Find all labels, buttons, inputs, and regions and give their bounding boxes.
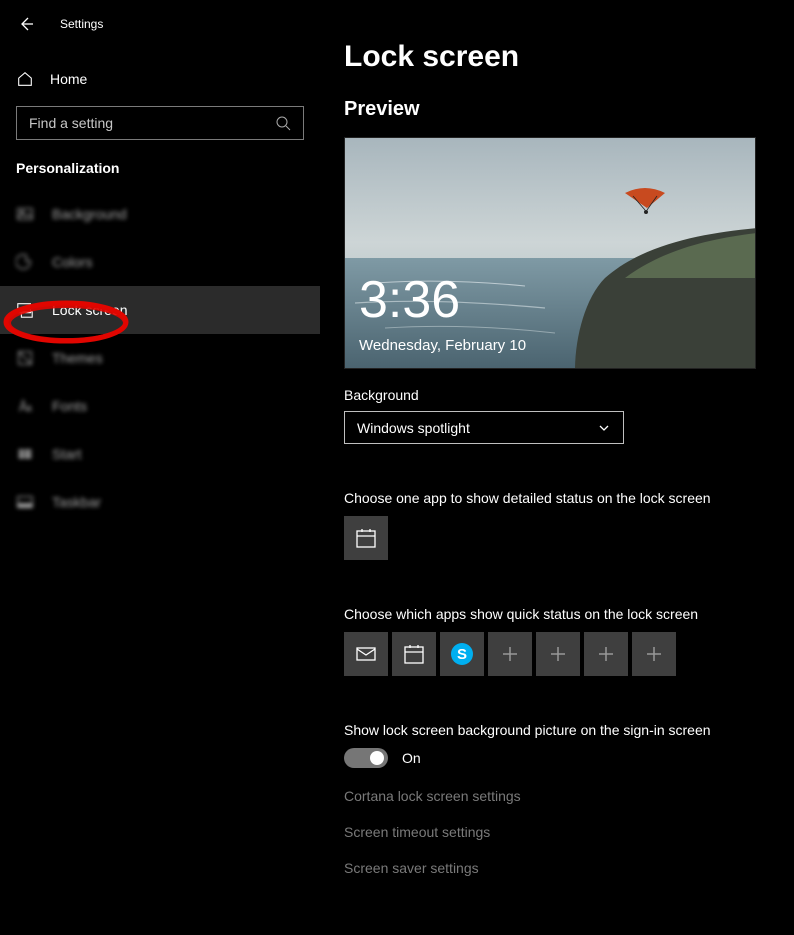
sidebar-item-label: Themes bbox=[52, 350, 103, 366]
back-button[interactable] bbox=[16, 14, 36, 34]
quick-app-add[interactable] bbox=[632, 632, 676, 676]
toggle-knob bbox=[370, 751, 384, 765]
picture-icon bbox=[16, 205, 34, 223]
themes-icon bbox=[16, 349, 34, 367]
background-dropdown[interactable]: Windows spotlight bbox=[344, 411, 624, 444]
calendar-icon bbox=[355, 527, 377, 549]
search-icon bbox=[275, 115, 291, 131]
sidebar-item-home[interactable]: Home bbox=[0, 60, 320, 98]
lockscreen-preview: 3:36 Wednesday, February 10 bbox=[344, 137, 756, 369]
plus-icon bbox=[597, 645, 615, 663]
home-icon bbox=[16, 70, 34, 88]
title-bar: Settings bbox=[0, 0, 320, 48]
dropdown-value: Windows spotlight bbox=[357, 420, 470, 436]
quick-app-calendar[interactable] bbox=[392, 632, 436, 676]
link-cortana[interactable]: Cortana lock screen settings bbox=[344, 788, 770, 804]
sidebar-item-background[interactable]: Background bbox=[0, 190, 320, 238]
quick-status-label: Choose which apps show quick status on t… bbox=[344, 606, 770, 622]
back-arrow-icon bbox=[18, 16, 34, 32]
signin-bg-toggle[interactable] bbox=[344, 748, 388, 768]
taskbar-icon bbox=[16, 493, 34, 511]
search-box[interactable] bbox=[16, 106, 304, 140]
sidebar-item-label: Start bbox=[52, 446, 82, 462]
signin-bg-label: Show lock screen background picture on t… bbox=[344, 722, 770, 738]
palette-icon bbox=[16, 253, 34, 271]
search-input[interactable] bbox=[29, 115, 275, 131]
plus-icon bbox=[549, 645, 567, 663]
sidebar-item-colors[interactable]: Colors bbox=[0, 238, 320, 286]
preview-date: Wednesday, February 10 bbox=[359, 337, 526, 354]
detailed-status-app[interactable] bbox=[344, 516, 388, 560]
sidebar-item-fonts[interactable]: Fonts bbox=[0, 382, 320, 430]
quick-app-skype[interactable]: S bbox=[440, 632, 484, 676]
window-title: Settings bbox=[60, 17, 103, 31]
quick-app-mail[interactable] bbox=[344, 632, 388, 676]
preview-time: 3:36 bbox=[359, 274, 460, 326]
signin-bg-toggle-row: On bbox=[344, 748, 770, 768]
main-panel: Lock screen Preview bbox=[320, 0, 794, 935]
toggle-state-label: On bbox=[402, 750, 421, 766]
skype-icon: S bbox=[451, 643, 473, 665]
sidebar: Settings Home Personalization Background… bbox=[0, 0, 320, 935]
lockscreen-icon bbox=[16, 301, 34, 319]
section-heading: Personalization bbox=[0, 140, 320, 190]
link-timeout[interactable]: Screen timeout settings bbox=[344, 824, 770, 840]
home-label: Home bbox=[50, 71, 87, 87]
quick-app-add[interactable] bbox=[488, 632, 532, 676]
sidebar-item-lockscreen[interactable]: Lock screen bbox=[0, 286, 320, 334]
link-screensaver[interactable]: Screen saver settings bbox=[344, 860, 770, 876]
sidebar-item-taskbar[interactable]: Taskbar bbox=[0, 478, 320, 526]
sidebar-item-label: Colors bbox=[52, 254, 92, 270]
sidebar-item-themes[interactable]: Themes bbox=[0, 334, 320, 382]
chevron-down-icon bbox=[597, 421, 611, 435]
quick-app-add[interactable] bbox=[536, 632, 580, 676]
calendar-icon bbox=[403, 643, 425, 665]
quick-app-add[interactable] bbox=[584, 632, 628, 676]
plus-icon bbox=[501, 645, 519, 663]
preview-image bbox=[345, 138, 756, 369]
fonts-icon bbox=[16, 397, 34, 415]
page-title: Lock screen bbox=[344, 40, 770, 74]
quick-status-row: S bbox=[344, 632, 770, 676]
sidebar-item-label: Fonts bbox=[52, 398, 87, 414]
plus-icon bbox=[645, 645, 663, 663]
mail-icon bbox=[355, 643, 377, 665]
sidebar-item-label: Background bbox=[52, 206, 127, 222]
sidebar-item-label: Lock screen bbox=[52, 302, 127, 318]
preview-heading: Preview bbox=[344, 98, 770, 121]
sidebar-item-label: Taskbar bbox=[52, 494, 101, 510]
background-label: Background bbox=[344, 387, 770, 403]
start-icon bbox=[16, 445, 34, 463]
sidebar-item-start[interactable]: Start bbox=[0, 430, 320, 478]
detailed-status-label: Choose one app to show detailed status o… bbox=[344, 490, 770, 506]
